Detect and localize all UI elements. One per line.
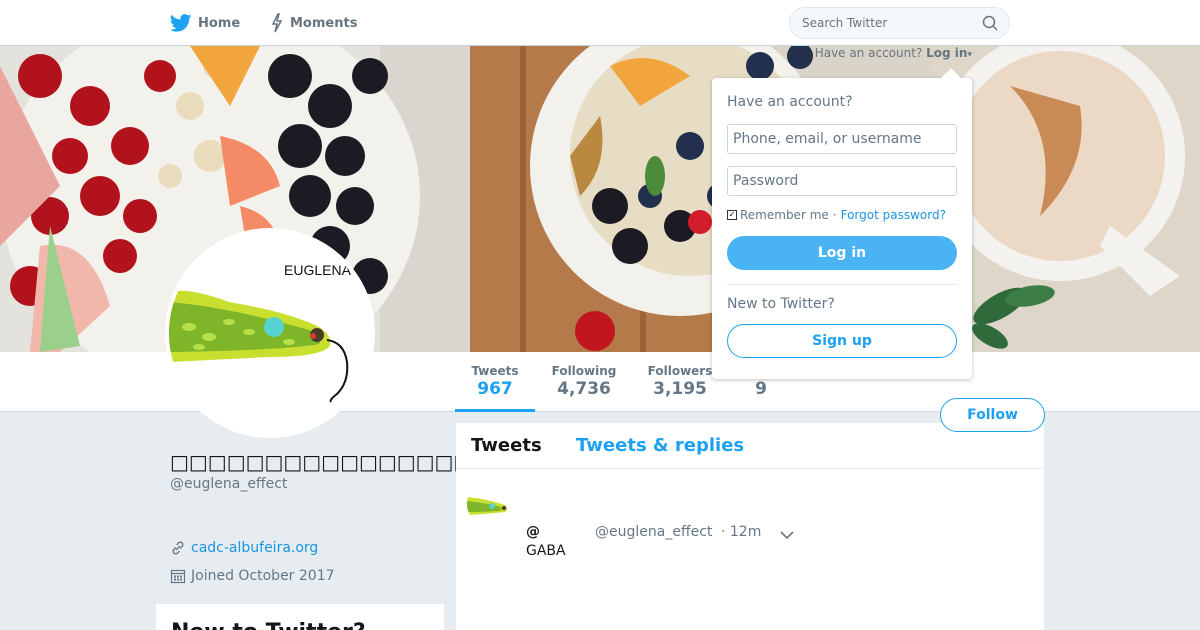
stat-followers-label: Followers — [647, 364, 713, 378]
tweet-author-handle[interactable]: @euglena_effect — [595, 524, 712, 540]
nav-moments-label: Moments — [290, 15, 358, 31]
top-navigation-bar: Home Moments — [0, 0, 1200, 46]
link-icon — [170, 540, 186, 556]
login-dropdown: Have an account? ✓ Remember me · Forgot … — [712, 68, 972, 379]
stat-following-label: Following — [551, 364, 617, 378]
divider — [727, 284, 957, 285]
signup-button[interactable]: Sign up — [727, 324, 957, 358]
chevron-down-icon[interactable] — [780, 525, 794, 544]
stat-following-value: 4,736 — [557, 379, 611, 399]
profile-avatar[interactable]: EUGLENA — [165, 228, 375, 438]
login-hint: Have an account? Log in▾ — [0, 46, 972, 62]
profile-handle[interactable]: @euglena_effect — [170, 476, 287, 492]
new-to-twitter-label: New to Twitter? — [727, 296, 835, 312]
tweet[interactable]: @ @euglena_effect · 12m GABA — [456, 469, 1044, 629]
stat-tweets-label: Tweets — [471, 364, 519, 378]
profile-joined: Joined October 2017 — [170, 568, 335, 584]
stat-tweets-value: 967 — [477, 379, 513, 399]
remember-me-label[interactable]: Remember me — [740, 208, 829, 222]
tweet-avatar[interactable] — [467, 481, 513, 527]
username-field[interactable] — [727, 124, 957, 154]
remember-me-checkbox[interactable]: ✓ — [727, 210, 737, 220]
new-to-twitter-card: New to Twitter? — [156, 604, 444, 630]
search-icon[interactable] — [982, 15, 998, 35]
lightning-icon — [270, 13, 284, 33]
stat-followers-value: 3,195 — [653, 379, 707, 399]
profile-joined-label: Joined October 2017 — [191, 568, 335, 584]
tweet-author-name[interactable]: @ — [526, 524, 540, 540]
stat-likes-value: 9 — [755, 379, 767, 399]
search-input[interactable] — [802, 16, 972, 30]
tweet-timestamp[interactable]: · 12m — [721, 524, 761, 540]
tab-tweets-and-replies[interactable]: Tweets & replies — [576, 435, 744, 456]
profile-url-label[interactable]: cadc-albufeira.org — [191, 540, 318, 556]
profile-url[interactable]: cadc-albufeira.org — [170, 540, 318, 556]
password-field[interactable] — [727, 166, 957, 196]
tweet-text: GABA — [526, 543, 566, 559]
twitter-bird-icon — [170, 14, 192, 32]
timeline: Tweets Tweets & replies @ @euglena_effec… — [456, 423, 1044, 630]
follow-button[interactable]: Follow — [940, 398, 1045, 432]
calendar-icon — [170, 568, 186, 584]
login-button[interactable]: Log in — [727, 236, 957, 270]
stat-followers[interactable]: Followers 3,195 — [645, 364, 715, 399]
nav-home[interactable]: Home — [170, 12, 240, 34]
stat-following[interactable]: Following 4,736 — [548, 364, 620, 399]
separator-dot: · — [832, 208, 837, 222]
new-to-twitter-card-title: New to Twitter? — [171, 620, 366, 630]
forgot-password-link[interactable]: Forgot password? — [841, 208, 946, 222]
stat-tweets[interactable]: Tweets 967 — [455, 364, 535, 412]
nav-moments[interactable]: Moments — [270, 12, 357, 34]
avatar-logo-text: EUGLENA — [284, 262, 352, 278]
search-box — [789, 7, 1010, 39]
nav-home-label: Home — [198, 15, 241, 31]
remember-row: ✓ Remember me · Forgot password? — [727, 208, 946, 222]
login-dropdown-header: Have an account? — [727, 94, 853, 110]
login-hint-text: Have an account? — [814, 46, 923, 60]
login-hint-link[interactable]: Log in — [926, 46, 967, 60]
caret-down-icon[interactable]: ▾ — [967, 50, 972, 60]
tab-tweets[interactable]: Tweets — [471, 435, 542, 456]
